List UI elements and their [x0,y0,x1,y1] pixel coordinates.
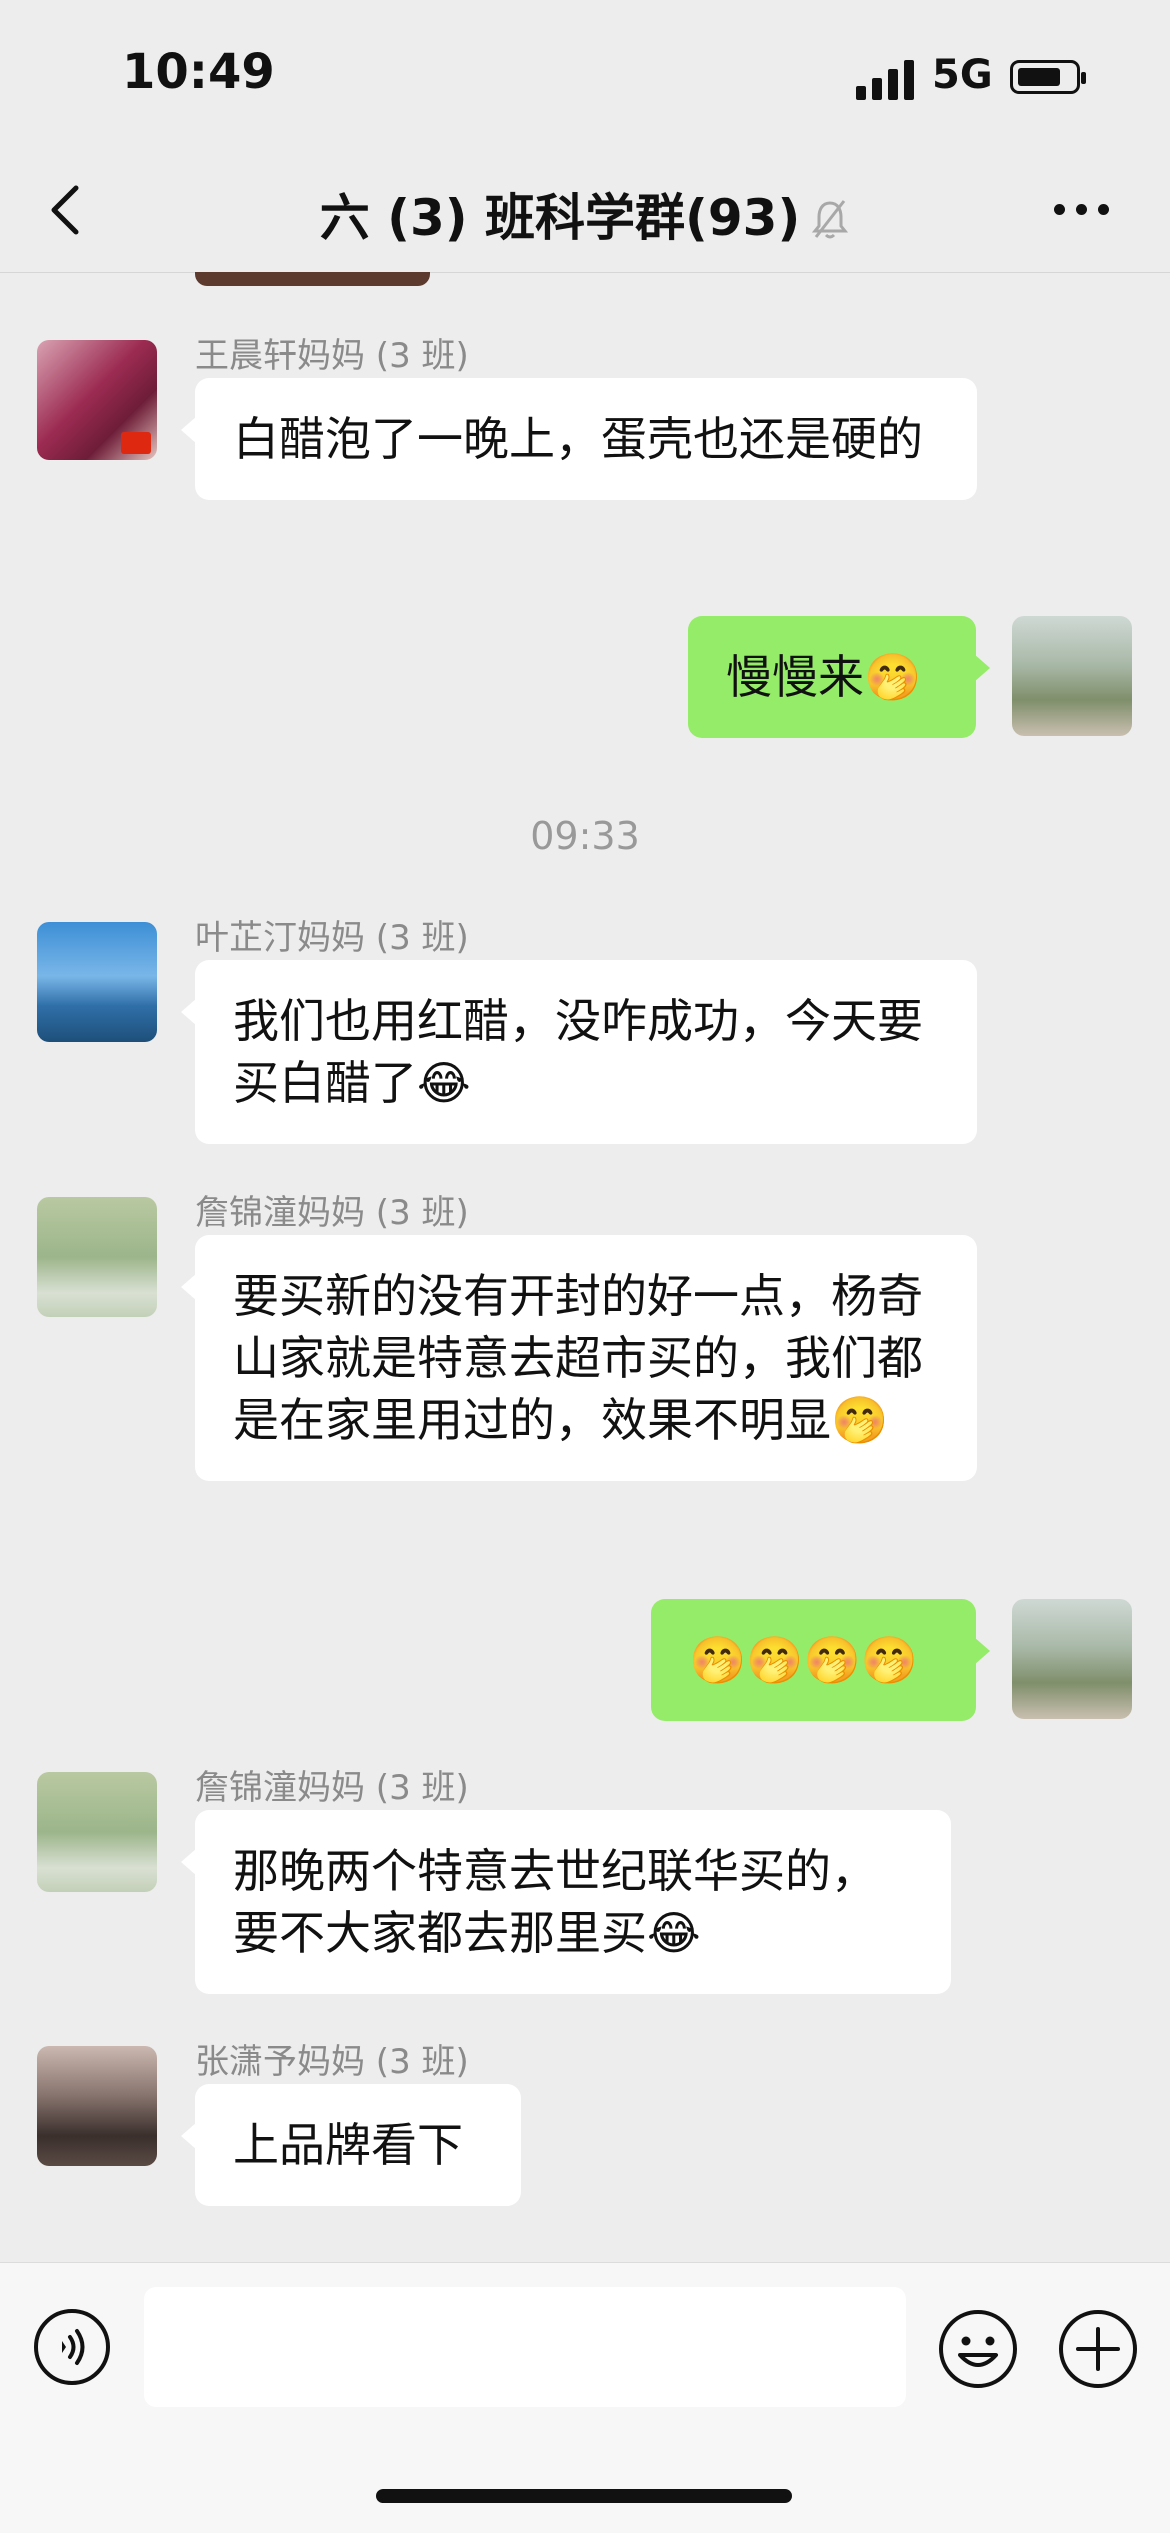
message-bubble[interactable]: 我们也用红醋，没咋成功，今天要买白醋了😂 [181,960,977,1144]
sender-name: 张潇予妈妈 (3 班) [195,2042,469,2082]
message-bubble-own[interactable]: 🤭🤭🤭🤭 [651,1599,990,1721]
avatar[interactable] [37,1197,157,1317]
plus-icon [1059,2310,1137,2388]
message-input[interactable] [144,2287,906,2407]
message-list[interactable]: 王晨轩妈妈 (3 班) 白醋泡了一晚上，蛋壳也还是硬的 慢慢来🤭 09:33 叶… [0,272,1170,2262]
status-bar: 10:49 5G [0,0,1170,150]
sender-name: 詹锦潼妈妈 (3 班) [195,1768,469,1808]
voice-icon [34,2309,110,2385]
avatar-own[interactable] [1012,1599,1132,1719]
avatar-own[interactable] [1012,616,1132,736]
more-options-button[interactable] [1054,200,1114,220]
battery-icon [1010,60,1086,94]
sender-name: 叶芷汀妈妈 (3 班) [195,918,469,958]
voice-input-button[interactable] [32,2307,112,2387]
message-bubble-own[interactable]: 慢慢来🤭 [688,616,990,738]
avatar[interactable] [37,1772,157,1892]
smiley-icon [939,2310,1017,2388]
message-bubble[interactable]: 那晚两个特意去世纪联华买的，要不大家都去那里买😂 [181,1810,951,1994]
message-bubble[interactable]: 要买新的没有开封的好一点，杨奇山家就是特意去超市买的，我们都是在家里用过的，效果… [181,1235,977,1481]
emoji-button[interactable] [936,2307,1020,2391]
flag-icon [121,432,151,454]
input-bar [0,2262,1170,2533]
timestamp: 09:33 [530,814,640,858]
sender-name: 詹锦潼妈妈 (3 班) [195,1193,469,1233]
chat-title-text: 六 (3) 班科学群(93) [319,189,801,247]
mute-bell-icon [812,200,849,239]
chat-title: 六 (3) 班科学群(93) [0,178,1170,250]
more-functions-button[interactable] [1056,2307,1140,2391]
chat-header: 六 (3) 班科学群(93) [0,150,1170,273]
message-bubble[interactable]: 上品牌看下 [181,2084,521,2206]
signal-icon [856,58,916,100]
sender-name: 王晨轩妈妈 (3 班) [195,336,469,376]
avatar[interactable] [37,340,157,460]
home-indicator[interactable] [376,2489,792,2503]
avatar[interactable] [37,922,157,1042]
network-label: 5G [932,52,993,98]
message-bubble[interactable]: 白醋泡了一晚上，蛋壳也还是硬的 [181,378,977,500]
status-time: 10:49 [122,44,275,100]
avatar[interactable] [37,2046,157,2166]
image-message-fragment[interactable] [195,272,430,286]
